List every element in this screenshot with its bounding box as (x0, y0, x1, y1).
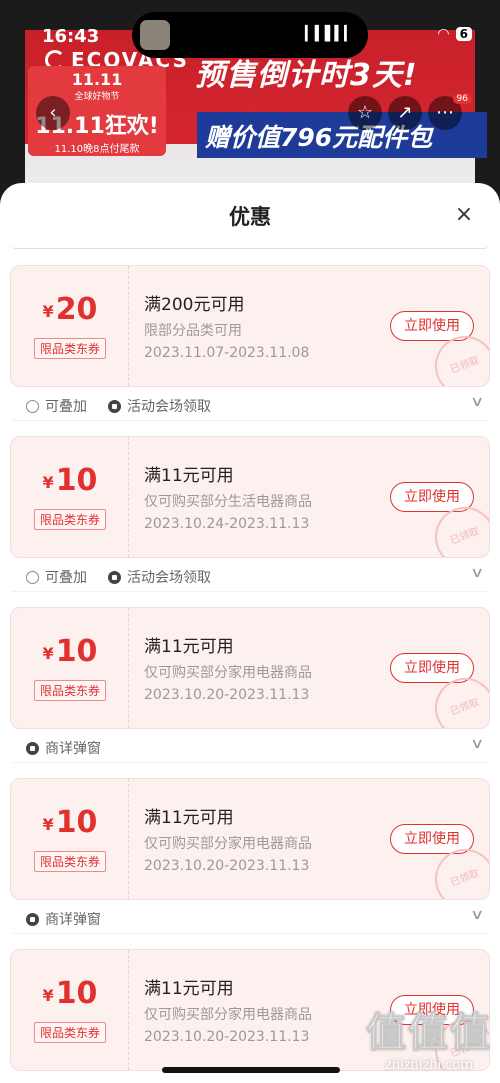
venue-icon (108, 571, 121, 584)
stackable-icon (26, 571, 39, 584)
coupon-amount: ¥10 (42, 976, 98, 1011)
battery-icon: 6 (455, 27, 472, 41)
coupon-footer[interactable]: 可叠加 活动会场领取 ∨ (12, 387, 488, 421)
coupon-amount: ¥20 (42, 292, 98, 327)
chevron-left-icon[interactable]: ‹ (36, 96, 70, 130)
coupon-threshold: 满11元可用 (144, 466, 234, 486)
popup-icon (26, 742, 39, 755)
coupon-type-tag: 限品类东券 (34, 509, 107, 530)
source-label: 活动会场领取 (108, 567, 211, 587)
coupon-validity: 2023.10.20-2023.11.13 (144, 1029, 310, 1045)
coupon-scope: 仅可购买部分生活电器商品 (144, 494, 312, 510)
close-icon[interactable]: × (452, 203, 476, 227)
coupon-type-tag: 限品类东券 (34, 338, 107, 359)
chevron-down-icon[interactable]: ∨ (470, 565, 484, 581)
coupon-type-tag: 限品类东券 (34, 680, 107, 701)
coupon-amount: ¥10 (42, 463, 98, 498)
stackable-icon (26, 400, 39, 413)
coupon-body: ¥10 限品类东券 满11元可用 仅可购买部分家用电器商品 2023.10.20… (10, 778, 490, 900)
coupon-validity: 2023.10.20-2023.11.13 (144, 858, 310, 874)
divider (12, 245, 488, 249)
sheet-title: 优惠 (229, 205, 271, 229)
source-label: 商详弹窗 (26, 738, 101, 758)
coupon-body: ¥10 限品类东券 满11元可用 仅可购买部分家用电器商品 2023.10.20… (10, 607, 490, 729)
coupon-amount: ¥10 (42, 805, 98, 840)
dynamic-island: ▎▍▌▍▎ (132, 12, 368, 58)
star-icon[interactable]: ☆ (348, 96, 382, 130)
coupon-threshold: 满11元可用 (144, 808, 234, 828)
coupon-footer[interactable]: 商详弹窗 ∨ (12, 729, 488, 763)
media-thumbnail (140, 20, 170, 50)
home-indicator[interactable] (162, 1067, 340, 1073)
coupon-validity: 2023.11.07-2023.11.08 (144, 345, 310, 361)
chevron-down-icon[interactable]: ∨ (470, 736, 484, 752)
source-label: 活动会场领取 (108, 396, 211, 416)
coupon-card: ¥10 限品类东券 满11元可用 仅可购买部分家用电器商品 2023.10.20… (10, 607, 490, 763)
source-label: 商详弹窗 (26, 909, 101, 929)
coupon-footer[interactable]: 商详弹窗 ∨ (12, 900, 488, 934)
coupon-threshold: 满11元可用 (144, 637, 234, 657)
venue-icon (108, 400, 121, 413)
coupon-threshold: 满200元可用 (144, 295, 245, 315)
coupon-validity: 2023.10.20-2023.11.13 (144, 687, 310, 703)
coupon-sheet: 优惠 × ¥20 限品类东券 满200元可用 限部分品类可用 2023.11.0… (0, 183, 500, 1083)
coupon-scope: 限部分品类可用 (144, 323, 242, 339)
status-time: 16:43 (42, 26, 100, 47)
coupon-card: ¥10 限品类东券 满11元可用 仅可购买部分生活电器商品 2023.10.24… (10, 436, 490, 592)
coupon-card: ¥20 限品类东券 满200元可用 限部分品类可用 2023.11.07-202… (10, 265, 490, 421)
coupon-scope: 仅可购买部分家用电器商品 (144, 665, 312, 681)
site-watermark: 值值值 zhizhizhi.com (366, 1010, 492, 1074)
coupon-body: ¥20 限品类东券 满200元可用 限部分品类可用 2023.11.07-202… (10, 265, 490, 387)
coupon-card: ¥10 限品类东券 满11元可用 仅可购买部分家用电器商品 2023.10.20… (10, 778, 490, 934)
share-icon[interactable]: ↗ (388, 96, 422, 130)
coupon-body: ¥10 限品类东券 满11元可用 仅可购买部分生活电器商品 2023.10.24… (10, 436, 490, 558)
stackable-label: 可叠加 (26, 567, 87, 587)
coupon-footer[interactable]: 可叠加 活动会场领取 ∨ (12, 558, 488, 592)
chevron-down-icon[interactable]: ∨ (470, 907, 484, 923)
waveform-icon: ▎▍▌▍▎ (305, 26, 355, 42)
cart-count-badge: 96 (452, 94, 472, 104)
coupon-type-tag: 限品类东券 (34, 851, 107, 872)
popup-icon (26, 913, 39, 926)
chevron-down-icon[interactable]: ∨ (470, 394, 484, 410)
coupon-scope: 仅可购买部分家用电器商品 (144, 836, 312, 852)
coupon-validity: 2023.10.24-2023.11.13 (144, 516, 310, 532)
coupon-amount: ¥10 (42, 634, 98, 669)
coupon-type-tag: 限品类东券 (34, 1022, 107, 1043)
wifi-icon: ◠ (437, 26, 450, 42)
stackable-label: 可叠加 (26, 396, 87, 416)
coupon-threshold: 满11元可用 (144, 979, 234, 999)
status-icons: ◠ 6 (437, 26, 472, 42)
coupon-scope: 仅可购买部分家用电器商品 (144, 1007, 312, 1023)
